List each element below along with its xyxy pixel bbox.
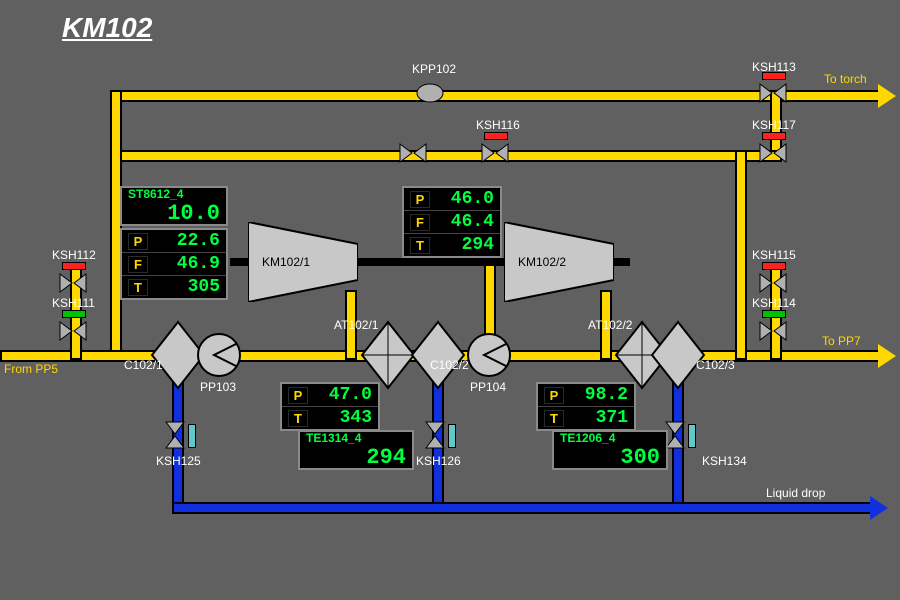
readout-left-pft: P22.6 F46.9 T305 — [120, 228, 228, 300]
valve-ksh125[interactable] — [164, 420, 186, 450]
label-liquid: Liquid drop — [766, 486, 825, 500]
label-ksh111: KSH111 — [52, 296, 95, 310]
readout-value: 46.0 — [451, 189, 494, 209]
valve-ksh126[interactable] — [424, 420, 446, 450]
readout-value: 305 — [188, 277, 220, 297]
valve-ksh114[interactable] — [758, 320, 788, 342]
readout-value: 294 — [462, 235, 494, 255]
label-c1023: C102/3 — [696, 358, 735, 372]
valve-ksh116[interactable] — [480, 142, 510, 164]
readout-value: 10.0 — [128, 201, 220, 226]
readout-st8612: ST8612_4 10.0 — [120, 186, 228, 226]
label-c1021: C102/1 — [124, 358, 163, 372]
valve-ksh111[interactable] — [58, 320, 88, 342]
label-ksh113: KSH113 — [752, 60, 796, 74]
valve-ksh115[interactable] — [758, 272, 788, 294]
readout-value: 294 — [306, 445, 406, 470]
valve-ksh117[interactable] — [758, 142, 788, 164]
separator-c1023[interactable] — [650, 320, 706, 390]
readout-value: 47.0 — [329, 385, 372, 405]
compressor-km1021[interactable]: KM102/1 — [248, 222, 358, 302]
readout-tag: TE1206_4 — [560, 431, 660, 445]
arrow-to-pp7 — [878, 344, 896, 368]
label-at1021: AT102/1 — [334, 318, 378, 332]
readout-value: 371 — [596, 408, 628, 428]
readout-te1206: TE1206_4 300 — [552, 430, 668, 470]
label-ksh112: KSH112 — [52, 248, 96, 262]
readout-tag: TE1314_4 — [306, 431, 406, 445]
compressor-km1022[interactable]: KM102/2 — [504, 222, 614, 302]
label-ksh114: KSH114 — [752, 296, 796, 310]
pipe-liquid — [172, 502, 872, 514]
valve-kpp102[interactable] — [415, 82, 445, 104]
valve-mid-left[interactable] — [398, 142, 428, 164]
readout-at1: P47.0 T343 — [280, 382, 380, 431]
label-at1022: AT102/2 — [588, 318, 632, 332]
readout-value: 300 — [560, 445, 660, 470]
label-ksh115: KSH115 — [752, 248, 796, 262]
readout-tag: ST8612_4 — [128, 187, 220, 201]
readout-value: 46.4 — [451, 212, 494, 232]
arrow-to-torch — [878, 84, 896, 108]
pipe — [110, 150, 782, 162]
readout-value: 46.9 — [177, 254, 220, 274]
arrow-liquid — [870, 496, 888, 520]
label-km1022: KM102/2 — [518, 255, 566, 269]
label-ksh117: KSH117 — [752, 118, 796, 132]
valve-ksh113[interactable] — [758, 82, 788, 104]
label-ksh116: KSH116 — [476, 118, 520, 132]
label-to-torch: To torch — [824, 72, 867, 86]
label-to-pp7: To PP7 — [822, 334, 861, 348]
readout-value: 98.2 — [585, 385, 628, 405]
label-ksh126: KSH126 — [416, 454, 461, 468]
separator-c1022[interactable] — [410, 320, 466, 390]
readout-at2: P98.2 T371 — [536, 382, 636, 431]
label-from: From PP5 — [4, 362, 58, 376]
valve-ksh112[interactable] — [58, 272, 88, 294]
readout-te1314: TE1314_4 294 — [298, 430, 414, 470]
page-title: KM102 — [62, 12, 152, 44]
label-kpp102: KPP102 — [412, 62, 456, 76]
label-pp103: PP103 — [200, 380, 236, 394]
label-pp104: PP104 — [470, 380, 506, 394]
label-ksh125: KSH125 — [156, 454, 201, 468]
readout-mid-pft: P46.0 F46.4 T294 — [402, 186, 502, 258]
label-km1021: KM102/1 — [262, 255, 310, 269]
pump-pp104[interactable] — [466, 332, 512, 378]
pump-pp103[interactable] — [196, 332, 242, 378]
readout-value: 343 — [340, 408, 372, 428]
pipe — [735, 150, 747, 360]
readout-value: 22.6 — [177, 231, 220, 251]
label-ksh134: KSH134 — [702, 454, 747, 468]
label-c1022: C102/2 — [430, 358, 469, 372]
